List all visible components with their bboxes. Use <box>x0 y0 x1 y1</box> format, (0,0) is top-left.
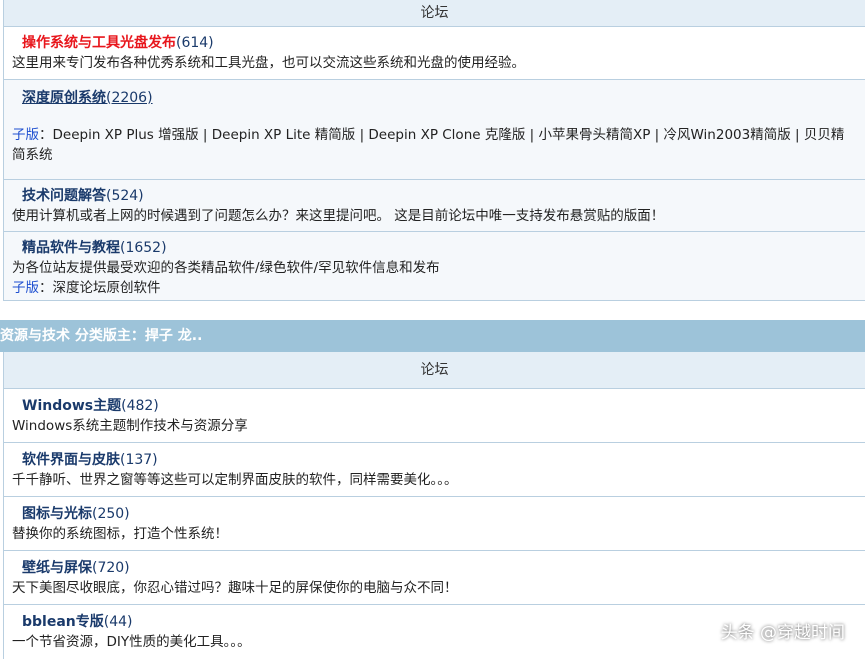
forum-table-1: 论坛 操作系统与工具光盘发布(614) 这里用来专门发布各种优秀系统和工具光盘，… <box>3 0 865 301</box>
forum-row: 操作系统与工具光盘发布(614) 这里用来专门发布各种优秀系统和工具光盘，也可以… <box>4 27 865 80</box>
post-count: (2206) <box>106 90 153 106</box>
subforum-list[interactable]: ：深度论坛原创软件 <box>39 280 161 296</box>
subforum-label[interactable]: 子版 <box>12 280 39 296</box>
subforum-list[interactable]: ：Deepin XP Plus 增强版 | Deepin XP Lite 精简版… <box>12 127 844 163</box>
forum-link[interactable]: 软件界面与皮肤 <box>22 452 120 468</box>
post-count: (482) <box>121 398 159 414</box>
column-header-forum: 论坛 <box>4 0 865 27</box>
category-header: 资源与技术 分类版主：捍子 龙.. <box>0 320 865 352</box>
forum-link[interactable]: 壁纸与屏保 <box>22 560 92 576</box>
forum-description: 为各位站友提供最受欢迎的各类精品软件/绿色软件/罕见软件信息和发布 <box>12 258 857 278</box>
post-count: (1652) <box>120 240 167 256</box>
column-header-forum: 论坛 <box>4 352 865 389</box>
forum-description: 天下美图尽收眼底，你忍心错过吗？趣味十足的屏保使你的电脑与众不同！ <box>12 578 857 598</box>
post-count: (44) <box>104 614 133 630</box>
forum-row: 深度原创系统(2206) 子版：Deepin XP Plus 增强版 | Dee… <box>4 80 865 180</box>
forum-row: 精品软件与教程(1652) 为各位站友提供最受欢迎的各类精品软件/绿色软件/罕见… <box>4 232 865 301</box>
post-count: (137) <box>120 452 158 468</box>
forum-link[interactable]: Windows主题 <box>22 398 121 414</box>
forum-row: 图标与光标(250) 替换你的系统图标，打造个性系统！ <box>4 497 865 551</box>
forum-description: Windows系统主题制作技术与资源分享 <box>12 416 857 436</box>
post-count: (250) <box>92 506 130 522</box>
forum-link[interactable]: 深度原创系统 <box>22 90 106 106</box>
forum-link[interactable]: 技术问题解答 <box>22 188 106 204</box>
subforum-label[interactable]: 子版 <box>12 127 39 143</box>
forum-row: 软件界面与皮肤(137) 千千静听、世界之窗等等这些可以定制界面皮肤的软件，同样… <box>4 443 865 497</box>
forum-table-2: 论坛 Windows主题(482) Windows系统主题制作技术与资源分享 软… <box>3 352 865 659</box>
post-count: (524) <box>106 188 144 204</box>
forum-link[interactable]: 操作系统与工具光盘发布 <box>22 35 176 51</box>
forum-link[interactable]: 图标与光标 <box>22 506 92 522</box>
forum-description: 使用计算机或者上网的时候遇到了问题怎么办？来这里提问吧。 这是目前论坛中唯一支持… <box>12 206 857 226</box>
forum-description: 替换你的系统图标，打造个性系统！ <box>12 524 857 544</box>
post-count: (720) <box>92 560 130 576</box>
post-count: (614) <box>176 35 214 51</box>
forum-link[interactable]: bblean专版 <box>22 614 104 630</box>
forum-row: Windows主题(482) Windows系统主题制作技术与资源分享 <box>4 389 865 443</box>
forum-row: 技术问题解答(524) 使用计算机或者上网的时候遇到了问题怎么办？来这里提问吧。… <box>4 180 865 232</box>
watermark: 头条 @穿越时间 <box>721 618 845 643</box>
forum-link[interactable]: 精品软件与教程 <box>22 240 120 256</box>
forum-row: 壁纸与屏保(720) 天下美图尽收眼底，你忍心错过吗？趣味十足的屏保使你的电脑与… <box>4 551 865 605</box>
forum-description: 这里用来专门发布各种优秀系统和工具光盘，也可以交流这些系统和光盘的使用经验。 <box>12 53 857 73</box>
forum-description: 千千静听、世界之窗等等这些可以定制界面皮肤的软件，同样需要美化。。。 <box>12 470 857 490</box>
